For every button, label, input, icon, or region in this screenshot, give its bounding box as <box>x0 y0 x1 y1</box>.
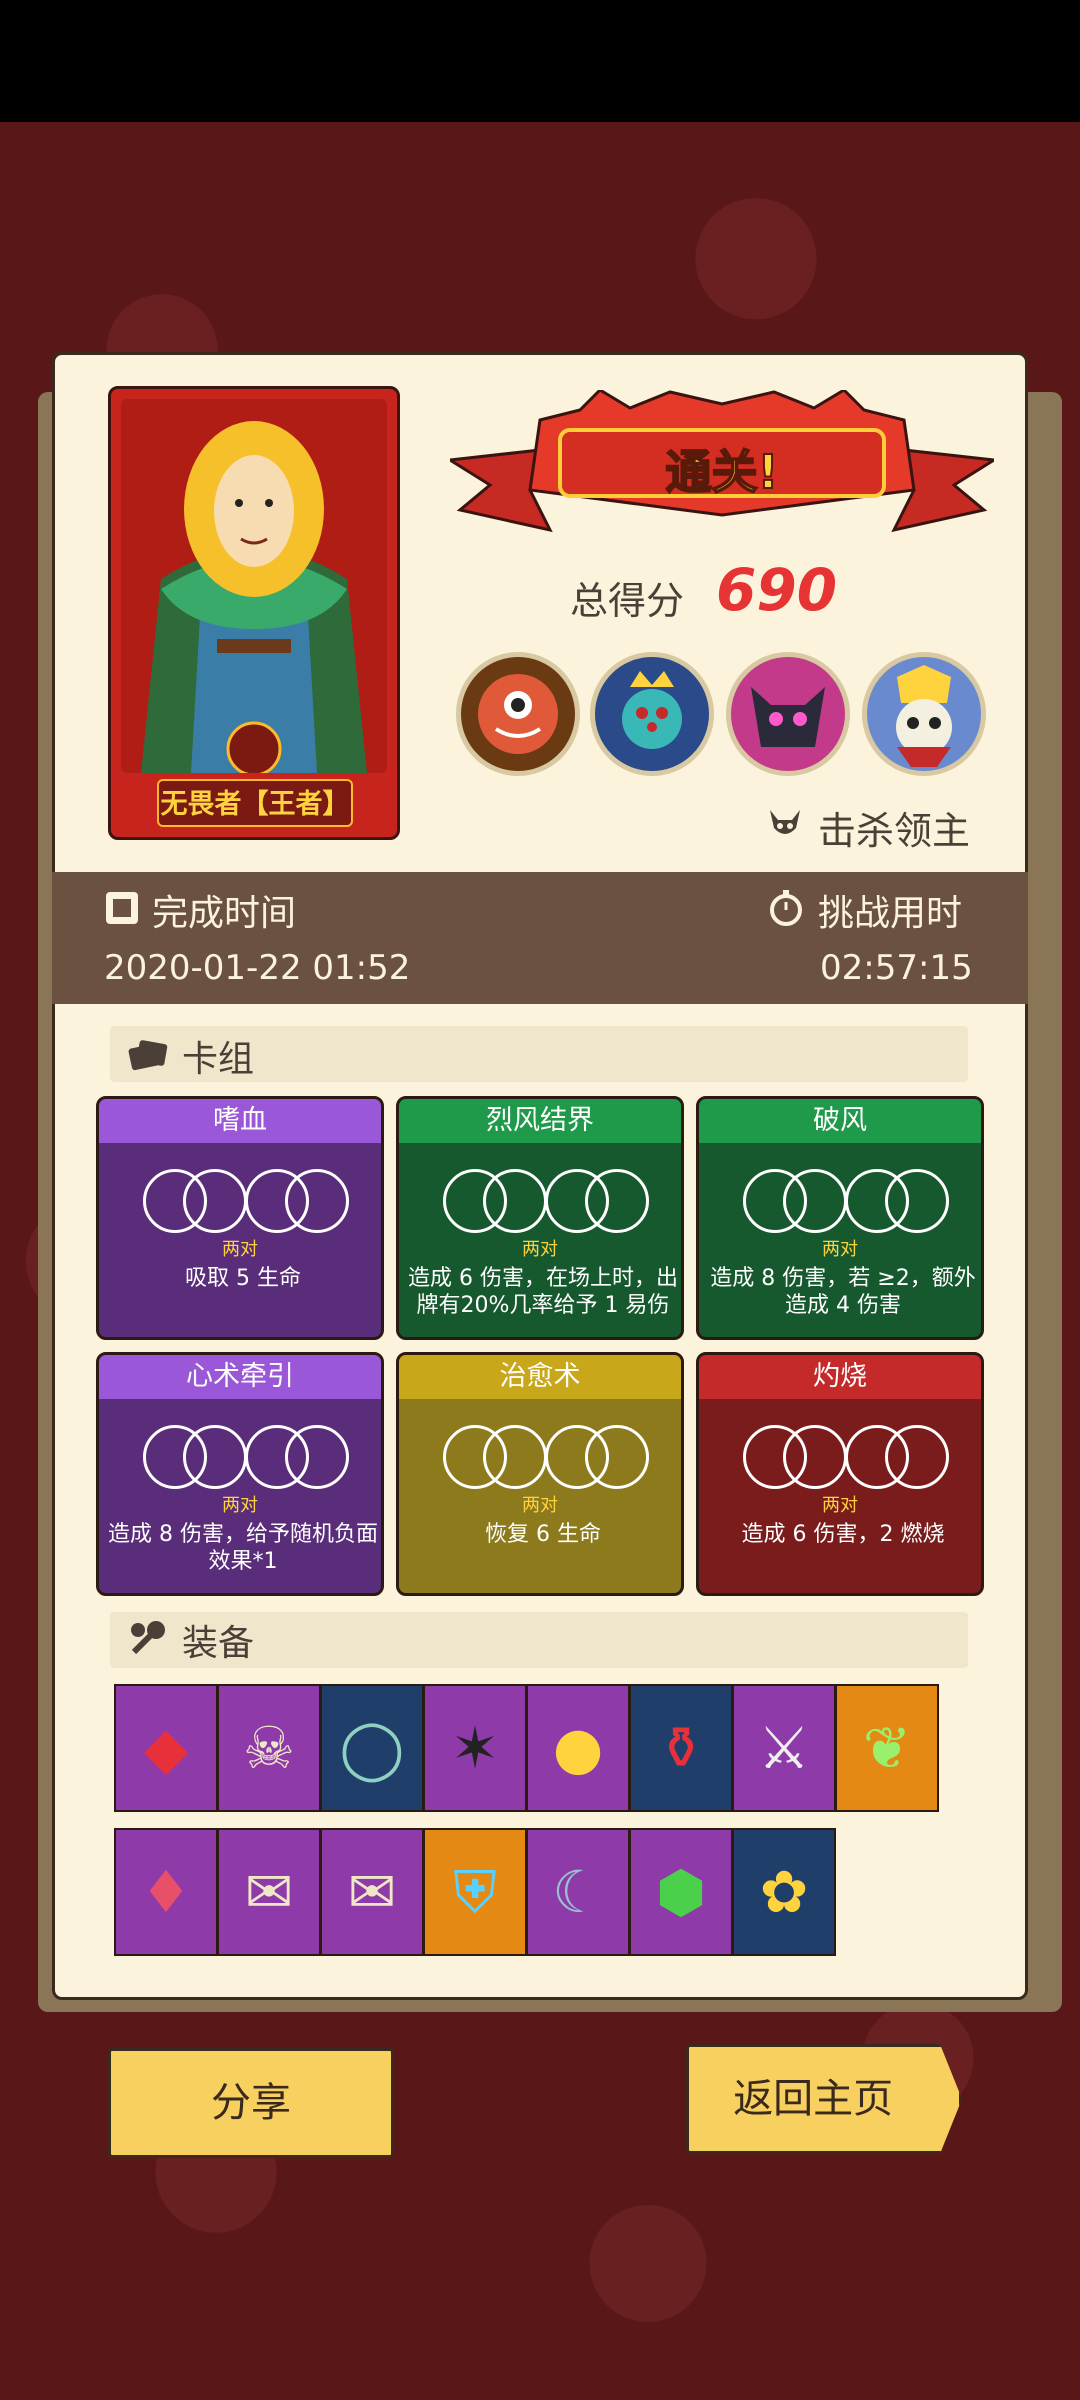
stopwatch-icon <box>770 890 802 926</box>
card-title: 烈风结界 <box>486 1105 594 1136</box>
emerald-icon[interactable]: ⬢ <box>629 1828 733 1956</box>
card-pair-icon <box>443 1169 649 1239</box>
card-pair-label: 两对 <box>822 1239 858 1260</box>
boss-kill-icon <box>770 810 800 834</box>
home-button-label: 返回主页 <box>733 2076 894 2122</box>
score-label: 总得分 <box>570 579 685 623</box>
card-description: 造成 6 伤害，2 燃烧 <box>741 1522 945 1547</box>
film-icon <box>106 892 138 924</box>
ruby-icon[interactable]: ◆ <box>114 1684 218 1812</box>
card-description: 恢复 6 生命 <box>485 1522 601 1547</box>
challenge-time-value: 02:57:15 <box>820 948 973 988</box>
card-pair-label: 两对 <box>522 1495 558 1516</box>
ring-icon[interactable]: ◯ <box>320 1684 424 1812</box>
card-pair-label: 两对 <box>222 1495 258 1516</box>
status-bar <box>0 0 1080 122</box>
score-value: 690 <box>716 556 838 624</box>
card-title: 心术牵引 <box>186 1361 294 1392</box>
clear-banner-text: 通关! <box>665 444 780 500</box>
gold-clover-icon[interactable]: ✿ <box>732 1828 836 1956</box>
share-button[interactable]: 分享 <box>108 2048 394 2158</box>
card-description: 造成 8 伤害，若 ≥2，额外造成 4 伤害 <box>710 1266 976 1318</box>
card-title: 灼烧 <box>813 1361 867 1392</box>
deck-card[interactable]: 灼烧两对造成 6 伤害，2 燃烧 <box>696 1352 984 1596</box>
cracked-crest-icon[interactable]: ✶ <box>423 1684 527 1812</box>
boss-pink-demon-icon[interactable] <box>726 652 850 776</box>
card-description: 造成 8 伤害，给予随机负面效果*1 <box>108 1522 378 1574</box>
boss-skull-king-icon[interactable] <box>862 652 986 776</box>
fire-scroll-icon[interactable]: ✉ <box>217 1828 321 1956</box>
card-title: 破风 <box>813 1105 867 1136</box>
deck-label: 卡组 <box>182 1039 255 1080</box>
complete-time-value: 2020-01-22 01:52 <box>104 948 411 988</box>
card-description: 造成 6 伤害，在场上时，出牌有20%几率给予 1 易伤 <box>408 1266 678 1318</box>
card-pair-icon <box>743 1169 949 1239</box>
deck-card[interactable]: 破风两对造成 8 伤害，若 ≥2，额外造成 4 伤害 <box>696 1096 984 1340</box>
card-pair-label: 两对 <box>222 1239 258 1260</box>
deck-card[interactable]: 心术牵引两对造成 8 伤害，给予随机负面效果*1 <box>96 1352 384 1596</box>
gold-orb-icon[interactable]: ● <box>526 1684 630 1812</box>
skull-shield-icon[interactable]: ⛨ <box>423 1828 527 1956</box>
kill-boss-label: 击杀领主 <box>818 809 971 853</box>
skull-scroll-icon[interactable]: ✉ <box>320 1828 424 1956</box>
boss-crowned-spider-icon[interactable] <box>590 652 714 776</box>
card-title: 治愈术 <box>499 1361 581 1392</box>
challenge-time-label: 挑战用时 <box>818 893 963 934</box>
equipment-icon <box>131 1621 165 1655</box>
hero-portrait <box>121 399 387 773</box>
home-button[interactable]: 返回主页 <box>686 2044 962 2154</box>
boss-eye-icon[interactable] <box>456 652 580 776</box>
card-pair-icon <box>443 1425 649 1495</box>
dagger-icon[interactable]: ⚔ <box>732 1684 836 1812</box>
deck-card[interactable]: 烈风结界两对造成 6 伤害，在场上时，出牌有20%几率给予 1 易伤 <box>396 1096 684 1340</box>
green-feather-icon[interactable]: ❦ <box>835 1684 939 1812</box>
clear-banner: 通关! <box>445 388 999 552</box>
pendant-icon[interactable]: ♦ <box>114 1828 218 1956</box>
card-pair-icon <box>143 1169 349 1239</box>
scythe-icon[interactable]: ☾ <box>526 1828 630 1956</box>
card-pair-icon <box>143 1425 349 1495</box>
card-pair-label: 两对 <box>522 1239 558 1260</box>
cards-icon <box>128 1040 168 1071</box>
card-pair-icon <box>743 1425 949 1495</box>
hero-card: 无畏者【王者】 <box>108 386 400 840</box>
hero-name: 无畏者【王者】 <box>157 779 353 827</box>
equipment-label: 装备 <box>182 1623 255 1664</box>
card-description: 吸取 5 生命 <box>185 1266 301 1291</box>
complete-time-label: 完成时间 <box>152 893 297 934</box>
card-pair-label: 两对 <box>822 1495 858 1516</box>
card-title: 嗜血 <box>213 1105 267 1136</box>
potion-jar-icon[interactable]: ⚱ <box>629 1684 733 1812</box>
share-button-label: 分享 <box>211 2080 291 2126</box>
deck-card[interactable]: 嗜血两对吸取 5 生命 <box>96 1096 384 1340</box>
skull-book-icon[interactable]: ☠ <box>217 1684 321 1812</box>
deck-card[interactable]: 治愈术两对恢复 6 生命 <box>396 1352 684 1596</box>
